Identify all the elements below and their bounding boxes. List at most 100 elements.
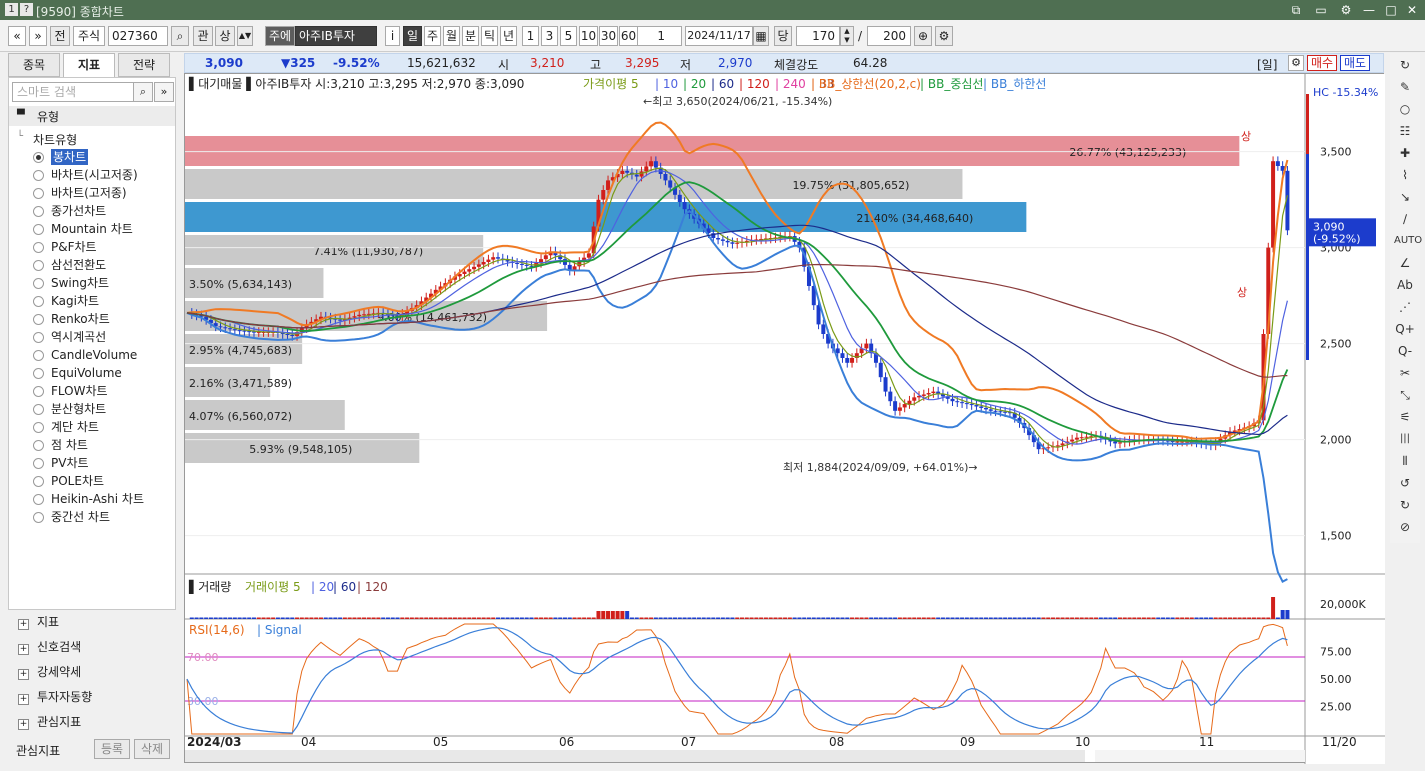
chart-type-radio[interactable] bbox=[33, 188, 44, 199]
period-week[interactable]: 주 bbox=[424, 26, 441, 46]
jeon-button[interactable]: 전 bbox=[50, 26, 70, 46]
stock-name[interactable]: 아주IB투자 bbox=[295, 26, 377, 46]
chart-type-item[interactable]: 삼선전환도 bbox=[51, 257, 106, 273]
chart-type-item[interactable]: 바차트(고저종) bbox=[51, 185, 127, 201]
buy-button[interactable]: 매수 bbox=[1307, 55, 1337, 71]
date-input[interactable]: 2024/11/17 bbox=[685, 26, 753, 46]
tab-indicator[interactable]: 지표 bbox=[63, 53, 115, 77]
sang-button[interactable]: 상 bbox=[215, 26, 235, 46]
chart-type-radio[interactable] bbox=[33, 278, 44, 289]
group-indicator[interactable]: + 지표 bbox=[8, 613, 59, 631]
num-30[interactable]: 30 bbox=[599, 26, 618, 46]
gwan-button[interactable]: 관 bbox=[193, 26, 213, 46]
maximize-icon[interactable]: □ bbox=[1382, 2, 1400, 18]
drawing-tool-icon[interactable]: ⚟ bbox=[1394, 407, 1416, 427]
restore-icon[interactable]: ▭ bbox=[1312, 2, 1330, 18]
zoom-in-icon[interactable]: ⊕ bbox=[914, 26, 932, 46]
chart-type-item[interactable]: Swing차트 bbox=[51, 275, 109, 291]
group-signal[interactable]: + 신호검색 bbox=[8, 638, 81, 656]
gear-icon[interactable]: ⚙ bbox=[935, 26, 953, 46]
count-spin-icon[interactable]: ▲ ▼ bbox=[840, 26, 854, 46]
chart-type-item[interactable]: 바차트(시고저종) bbox=[51, 167, 138, 183]
help-icon[interactable]: ? bbox=[20, 3, 33, 16]
tab-stock[interactable]: 종목 bbox=[8, 53, 60, 77]
drawing-tool-icon[interactable]: AUTO bbox=[1394, 231, 1422, 251]
chart-type-radio[interactable] bbox=[33, 422, 44, 433]
chart-type-radio[interactable] bbox=[33, 296, 44, 307]
chart-type-radio[interactable] bbox=[33, 440, 44, 451]
drawing-tool-icon[interactable]: ↻ bbox=[1394, 55, 1416, 75]
minimize-icon[interactable]: — bbox=[1360, 2, 1378, 18]
chart-type-radio[interactable] bbox=[33, 386, 44, 397]
group-investor[interactable]: + 투자자동향 bbox=[8, 688, 92, 706]
chart-type-radio[interactable] bbox=[33, 476, 44, 487]
chart-type-item[interactable]: Kagi차트 bbox=[51, 293, 99, 309]
chart-type-item[interactable]: P&F차트 bbox=[51, 239, 97, 255]
layout-icon[interactable]: ⧉ bbox=[1287, 2, 1305, 18]
drawing-tool-icon[interactable]: Q- bbox=[1394, 341, 1416, 361]
drawing-tool-icon[interactable]: ⦀ bbox=[1394, 451, 1416, 471]
chart-type-item[interactable]: 중간선 차트 bbox=[51, 509, 110, 525]
add-favorite-button[interactable]: 등록 bbox=[94, 739, 130, 759]
nav-down-button[interactable]: » bbox=[29, 26, 47, 46]
chart-type-item[interactable]: 분산형차트 bbox=[51, 401, 106, 417]
chart-type-item[interactable]: 역시계곡선 bbox=[51, 329, 106, 345]
drawing-tool-icon[interactable]: Ab bbox=[1394, 275, 1416, 295]
calendar-icon[interactable]: ▦ bbox=[753, 26, 769, 46]
drawing-tool-icon[interactable]: ∕ bbox=[1394, 209, 1416, 229]
chart-type-radio[interactable] bbox=[33, 242, 44, 253]
gear-icon[interactable]: ⚙ bbox=[1288, 55, 1304, 71]
chart-type-item[interactable]: FLOW차트 bbox=[51, 383, 108, 399]
code-input[interactable]: 027360 bbox=[108, 26, 168, 46]
chart-type-radio[interactable] bbox=[33, 332, 44, 343]
chart-type-radio[interactable] bbox=[33, 512, 44, 523]
num-3[interactable]: 3 bbox=[541, 26, 558, 46]
group-strength[interactable]: + 강세약세 bbox=[8, 663, 81, 681]
chart-type-radio[interactable] bbox=[33, 494, 44, 505]
drawing-tool-icon[interactable]: ⊘ bbox=[1394, 517, 1416, 537]
market-select[interactable]: 주식 bbox=[73, 26, 105, 46]
drawing-tool-icon[interactable]: ✎ bbox=[1394, 77, 1416, 97]
smart-search-input[interactable]: 스마트 검색 bbox=[12, 82, 136, 102]
info-button[interactable]: i bbox=[385, 26, 400, 46]
drawing-tool-icon[interactable]: Q+ bbox=[1394, 319, 1416, 339]
chart-type-radio[interactable] bbox=[33, 224, 44, 235]
period-tick[interactable]: 틱 bbox=[481, 26, 498, 46]
chart-area[interactable]: 26.77% (43,125,233) 19.75% (31,805,652) 21… bbox=[184, 73, 1385, 764]
dang-button[interactable]: 당 bbox=[774, 26, 792, 46]
chart-type-item[interactable]: PV차트 bbox=[51, 455, 89, 471]
drawing-tool-icon[interactable]: ⤡ bbox=[1394, 385, 1416, 405]
chart-type-item[interactable]: Renko차트 bbox=[51, 311, 110, 327]
settings-icon[interactable]: ⚙ bbox=[1337, 2, 1355, 18]
num-60[interactable]: 60 bbox=[619, 26, 638, 46]
drawing-tool-icon[interactable]: ✚ bbox=[1394, 143, 1416, 163]
drawing-tool-icon[interactable]: ☷ bbox=[1394, 121, 1416, 141]
drawing-tool-icon[interactable]: ↺ bbox=[1394, 473, 1416, 493]
chart-svg[interactable]: 26.77% (43,125,233)19.75% (31,805,652)21… bbox=[185, 74, 1385, 764]
total-input[interactable]: 200 bbox=[867, 26, 911, 46]
drawing-tool-icon[interactable]: ✂ bbox=[1394, 363, 1416, 383]
drawing-tool-icon[interactable]: ○ bbox=[1394, 99, 1416, 119]
chart-type-radio[interactable] bbox=[33, 368, 44, 379]
chart-type-item[interactable]: 계단 차트 bbox=[51, 419, 99, 435]
count-input[interactable]: 170 bbox=[796, 26, 840, 46]
chart-type-item[interactable]: POLE차트 bbox=[51, 473, 104, 489]
chart-type-radio[interactable] bbox=[33, 314, 44, 325]
close-icon[interactable]: ✕ bbox=[1403, 2, 1421, 18]
chart-type-radio[interactable] bbox=[33, 458, 44, 469]
nav-prev-button[interactable]: « bbox=[8, 26, 26, 46]
period-month[interactable]: 월 bbox=[443, 26, 460, 46]
chart-type-radio[interactable] bbox=[33, 170, 44, 181]
chart-type-item[interactable]: 봉차트 bbox=[51, 149, 89, 165]
drawing-tool-icon[interactable]: ⋰ bbox=[1394, 297, 1416, 317]
chart-type-item[interactable]: Heikin-Ashi 차트 bbox=[51, 491, 144, 507]
drawing-tool-icon[interactable]: ⌇ bbox=[1394, 165, 1416, 185]
drawing-tool-icon[interactable]: ↻ bbox=[1394, 495, 1416, 515]
chart-type-radio[interactable] bbox=[33, 206, 44, 217]
chart-type-item[interactable]: Mountain 차트 bbox=[51, 221, 133, 237]
search-icon[interactable]: ⌕ bbox=[171, 26, 189, 46]
chart-type-radio[interactable] bbox=[33, 404, 44, 415]
spin-updown-icon[interactable]: ▲▼ bbox=[237, 26, 253, 46]
delete-favorite-button[interactable]: 삭제 bbox=[134, 739, 170, 759]
chart-type-radio[interactable] bbox=[33, 260, 44, 271]
